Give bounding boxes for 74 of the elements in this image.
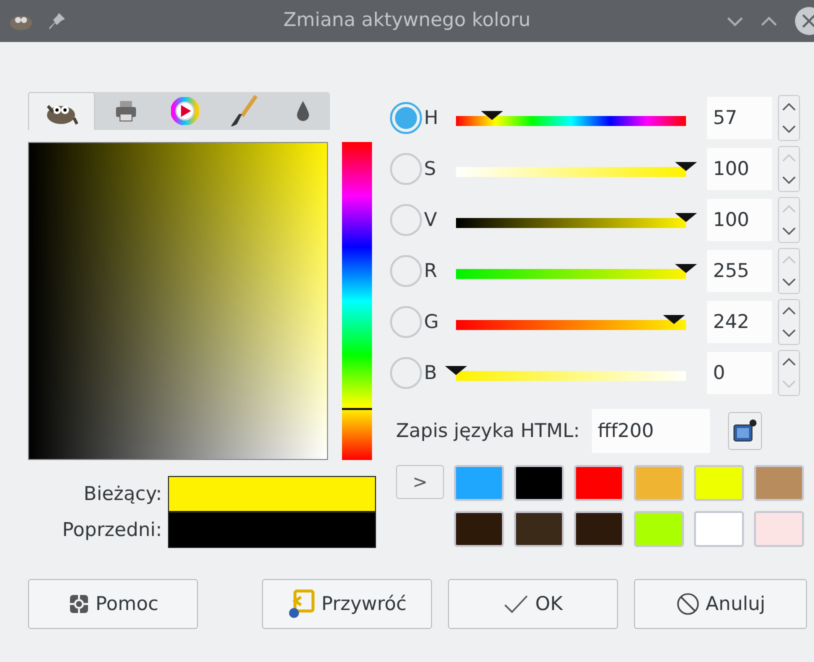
- channel-radio[interactable]: [390, 102, 422, 134]
- revert-icon: [287, 589, 316, 619]
- chevron-up-icon: [781, 255, 797, 266]
- close-icon[interactable]: [794, 6, 814, 36]
- previous-label: Poprzedni:: [61, 518, 162, 543]
- channel-label: B: [424, 362, 438, 384]
- minimize-icon[interactable]: [726, 15, 744, 27]
- chevron-down-icon: [781, 277, 797, 288]
- selector-tab[interactable]: [28, 92, 95, 130]
- channel-radio[interactable]: [390, 255, 422, 288]
- chevron-up-icon: [781, 204, 797, 214]
- color-history-swatch[interactable]: [454, 511, 504, 548]
- pin-icon[interactable]: [48, 12, 66, 30]
- dialog-button[interactable]: Przywróć: [262, 579, 432, 629]
- dialog-button[interactable]: Anuluj: [634, 579, 807, 629]
- maximize-icon[interactable]: [760, 15, 778, 27]
- cancel-icon: [676, 592, 700, 616]
- color-picker-button[interactable]: [728, 412, 762, 450]
- hue-strip[interactable]: [342, 142, 372, 460]
- color-history-swatch[interactable]: [514, 465, 564, 502]
- color-history-swatch[interactable]: [754, 511, 804, 548]
- chevron-down-icon: [781, 174, 797, 185]
- checkmark-icon: [503, 594, 530, 614]
- slider-thumb[interactable]: [675, 264, 697, 274]
- color-history-swatch[interactable]: [634, 511, 684, 548]
- channel-label: G: [424, 311, 440, 334]
- printer-icon: [114, 99, 138, 123]
- chevron-up-icon: [781, 306, 797, 316]
- channel-value-field[interactable]: 57: [707, 96, 772, 139]
- color-history-swatch[interactable]: [754, 465, 804, 502]
- color-history-swatch[interactable]: [574, 465, 624, 502]
- chevron-down-icon: [781, 124, 797, 134]
- channel-radio[interactable]: [390, 306, 422, 338]
- color-history-swatch[interactable]: [694, 465, 744, 502]
- expand-history-button[interactable]: >: [396, 465, 444, 500]
- channel-radio[interactable]: [390, 357, 422, 390]
- channel-value-field[interactable]: 100: [707, 198, 772, 241]
- eyedropper-icon: [732, 418, 758, 444]
- current-label: Bieżący:: [82, 482, 162, 507]
- dialog-button[interactable]: OK: [448, 579, 618, 629]
- color-history-swatch[interactable]: [454, 465, 504, 502]
- color-wheel-icon: [170, 97, 199, 125]
- chevron-up-icon: [781, 357, 797, 368]
- droplet-icon: [294, 100, 311, 122]
- channel-label: H: [424, 106, 440, 129]
- channel-value-field[interactable]: 255: [707, 250, 772, 292]
- slider-thumb[interactable]: [675, 212, 697, 223]
- channel-label: V: [424, 208, 438, 231]
- channel-value-field[interactable]: 242: [707, 301, 772, 344]
- lifebuoy-icon: [68, 593, 90, 615]
- dialog-button[interactable]: Pomoc: [28, 579, 198, 629]
- slider-thumb[interactable]: [663, 315, 686, 326]
- chevron-up-icon: [781, 152, 797, 163]
- channel-label: S: [424, 158, 438, 180]
- channel-radio[interactable]: [390, 204, 422, 236]
- color-history-swatch[interactable]: [574, 511, 624, 548]
- chevron-down-icon: [781, 328, 797, 338]
- slider-thumb[interactable]: [481, 110, 504, 121]
- channel-value-field[interactable]: 100: [707, 148, 772, 190]
- html-notation-field[interactable]: fff200: [592, 409, 710, 454]
- color-square[interactable]: [28, 142, 328, 460]
- channel-label: R: [424, 260, 438, 282]
- slider-thumb[interactable]: [445, 366, 467, 376]
- channel-value-field[interactable]: 0: [707, 352, 772, 394]
- slider-thumb[interactable]: [675, 162, 697, 172]
- channel-radio[interactable]: [390, 152, 422, 185]
- window-title: Zmiana aktywnego koloru: [283, 9, 531, 31]
- chevron-up-icon: [781, 102, 797, 112]
- html-notation-label: Zapis języka HTML:: [396, 420, 580, 442]
- chevron-down-icon: [781, 226, 797, 236]
- color-history-swatch[interactable]: [634, 465, 684, 502]
- color-history-swatch[interactable]: [514, 511, 564, 548]
- color-history-swatch[interactable]: [694, 511, 744, 548]
- chevron-down-icon: [781, 379, 797, 390]
